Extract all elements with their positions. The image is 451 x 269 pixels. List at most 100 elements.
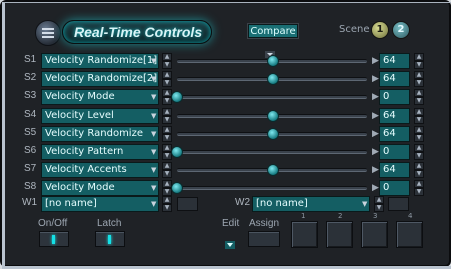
value-field[interactable]: 64 xyxy=(379,71,410,87)
pad-1-button[interactable] xyxy=(291,221,318,248)
arrow-up-icon[interactable]: ▲ xyxy=(162,196,172,204)
arrow-down-icon[interactable]: ▼ xyxy=(162,204,172,212)
value-field[interactable]: 0 xyxy=(379,180,410,196)
arrow-up-icon[interactable]: ▲ xyxy=(162,53,172,61)
w1-stepper[interactable]: ▲ ▼ xyxy=(162,196,172,212)
slider-thumb[interactable] xyxy=(171,146,183,158)
slider-thumb[interactable] xyxy=(266,128,279,140)
value-field[interactable]: 64 xyxy=(379,108,410,124)
param-select[interactable]: Velocity Randomize[1] xyxy=(41,53,159,69)
slider-track[interactable] xyxy=(177,73,367,85)
arrow-up-icon[interactable]: ▲ xyxy=(414,108,424,116)
value-stepper[interactable]: ▲ ▼ xyxy=(414,89,424,105)
param-select[interactable]: Velocity Mode xyxy=(41,180,159,196)
assign-button[interactable] xyxy=(248,231,280,247)
w2-value-box[interactable] xyxy=(388,197,409,211)
arrow-down-icon[interactable]: ▼ xyxy=(162,116,172,124)
arrow-down-icon[interactable]: ▼ xyxy=(162,79,172,87)
value-stepper[interactable]: ▲ ▼ xyxy=(414,53,424,69)
arrow-down-icon[interactable]: ▼ xyxy=(162,170,172,178)
slider-thumb[interactable] xyxy=(266,110,279,122)
value-stepper[interactable]: ▲ ▼ xyxy=(414,180,424,196)
arrow-up-icon[interactable]: ▲ xyxy=(374,196,384,204)
value-menu-icon[interactable]: ▶ xyxy=(372,128,379,140)
value-stepper[interactable]: ▲ ▼ xyxy=(414,144,424,160)
slider-track[interactable] xyxy=(171,91,367,103)
value-field[interactable]: 0 xyxy=(379,89,410,105)
arrow-up-icon[interactable]: ▲ xyxy=(162,126,172,134)
edit-dropdown-icon[interactable] xyxy=(225,234,235,253)
value-menu-icon[interactable]: ▶ xyxy=(372,110,379,122)
param-select[interactable]: Velocity Pattern xyxy=(41,144,159,160)
arrow-down-icon[interactable]: ▼ xyxy=(414,79,424,87)
w1-value-box[interactable] xyxy=(177,197,198,211)
slider-track[interactable] xyxy=(171,146,367,158)
slider-thumb[interactable] xyxy=(266,55,279,67)
value-menu-icon[interactable]: ▶ xyxy=(372,91,379,103)
slider-track[interactable] xyxy=(177,164,367,176)
arrow-up-icon[interactable]: ▲ xyxy=(414,162,424,170)
pad-3-button[interactable] xyxy=(361,221,388,248)
param-select[interactable]: Velocity Randomize[2] xyxy=(41,71,159,87)
param-stepper[interactable]: ▲ ▼ xyxy=(162,108,172,124)
value-menu-icon[interactable]: ▶ xyxy=(372,55,379,67)
value-stepper[interactable]: ▲ ▼ xyxy=(414,162,424,178)
slider-track[interactable] xyxy=(177,128,367,140)
value-field[interactable]: 64 xyxy=(379,53,410,69)
arrow-down-icon[interactable]: ▼ xyxy=(374,204,384,212)
pad-4-button[interactable] xyxy=(396,221,423,248)
arrow-down-icon[interactable]: ▼ xyxy=(414,152,424,160)
w1-param-select[interactable]: [no name] xyxy=(41,196,159,212)
scene-2-button[interactable]: 2 xyxy=(392,21,410,39)
slider-thumb[interactable] xyxy=(171,182,183,194)
arrow-up-icon[interactable]: ▲ xyxy=(414,126,424,134)
arrow-down-icon[interactable]: ▼ xyxy=(414,188,424,196)
compare-button[interactable]: Compare xyxy=(248,24,298,38)
value-stepper[interactable]: ▲ ▼ xyxy=(414,126,424,142)
param-select[interactable]: Velocity Accents xyxy=(41,162,159,178)
param-select[interactable]: Velocity Mode xyxy=(41,89,159,105)
value-field[interactable]: 0 xyxy=(379,144,410,160)
slider-thumb[interactable] xyxy=(266,164,279,176)
on-off-toggle[interactable] xyxy=(39,231,69,247)
arrow-down-icon[interactable]: ▼ xyxy=(414,97,424,105)
value-menu-icon[interactable]: ▶ xyxy=(372,73,379,85)
param-select[interactable]: Velocity Randomize xyxy=(41,126,159,142)
param-stepper[interactable]: ▲ ▼ xyxy=(162,126,172,142)
slider-track[interactable] xyxy=(177,110,367,122)
slider-track[interactable] xyxy=(171,182,367,194)
arrow-up-icon[interactable]: ▲ xyxy=(414,53,424,61)
arrow-up-icon[interactable]: ▲ xyxy=(414,180,424,188)
param-stepper[interactable]: ▲ ▼ xyxy=(162,53,172,69)
value-menu-icon[interactable]: ▶ xyxy=(372,182,379,194)
slider-thumb[interactable] xyxy=(171,91,183,103)
arrow-down-icon[interactable]: ▼ xyxy=(414,116,424,124)
arrow-up-icon[interactable]: ▲ xyxy=(414,71,424,79)
scene-1-button[interactable]: 1 xyxy=(371,21,389,39)
arrow-down-icon[interactable]: ▼ xyxy=(162,134,172,142)
pad-2-button[interactable] xyxy=(326,221,353,248)
param-stepper[interactable]: ▲ ▼ xyxy=(162,71,172,87)
param-select[interactable]: Velocity Level xyxy=(41,108,159,124)
value-menu-icon[interactable]: ▶ xyxy=(372,146,379,158)
arrow-down-icon[interactable]: ▼ xyxy=(162,61,172,69)
value-stepper[interactable]: ▲ ▼ xyxy=(414,108,424,124)
w2-param-select[interactable]: [no name] xyxy=(252,196,370,212)
value-field[interactable]: 64 xyxy=(379,162,410,178)
value-field[interactable]: 64 xyxy=(379,126,410,142)
arrow-down-icon[interactable]: ▼ xyxy=(414,170,424,178)
arrow-up-icon[interactable]: ▲ xyxy=(162,71,172,79)
arrow-up-icon[interactable]: ▲ xyxy=(414,89,424,97)
value-menu-icon[interactable]: ▶ xyxy=(372,164,379,176)
arrow-up-icon[interactable]: ▲ xyxy=(162,108,172,116)
param-stepper[interactable]: ▲ ▼ xyxy=(162,162,172,178)
latch-toggle[interactable] xyxy=(95,231,125,247)
slider-track[interactable] xyxy=(177,55,367,67)
slider-thumb[interactable] xyxy=(266,73,279,85)
arrow-down-icon[interactable]: ▼ xyxy=(414,134,424,142)
value-stepper[interactable]: ▲ ▼ xyxy=(414,71,424,87)
arrow-up-icon[interactable]: ▲ xyxy=(414,144,424,152)
settings-list-icon[interactable] xyxy=(35,20,61,46)
arrow-up-icon[interactable]: ▲ xyxy=(162,162,172,170)
w2-stepper[interactable]: ▲ ▼ xyxy=(374,196,384,212)
